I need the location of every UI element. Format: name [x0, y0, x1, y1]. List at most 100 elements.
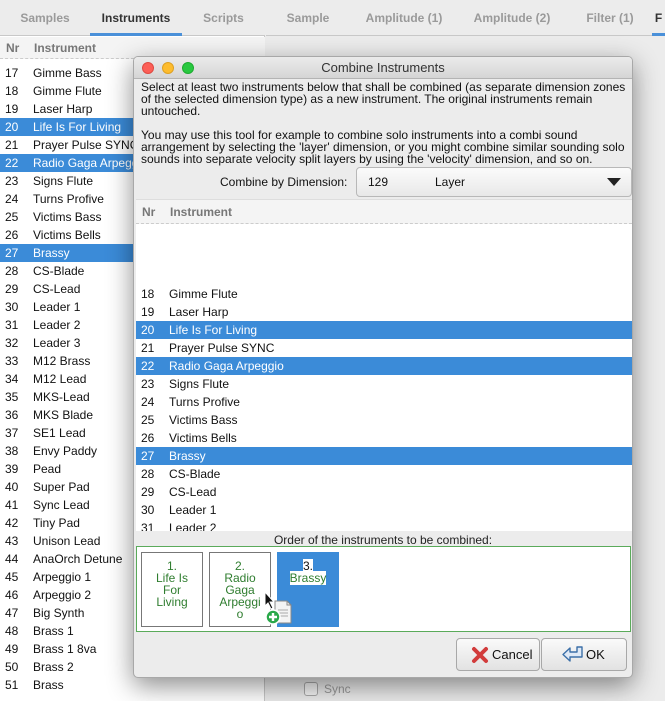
- dialog-instrument-list: Nr Instrument 18 Gimme Flute 19 Laser Harp 2…: [136, 199, 632, 531]
- column-header-instrument[interactable]: Instrument: [170, 205, 232, 219]
- instrument-number: 26: [5, 228, 19, 242]
- instrument-number: 51: [5, 678, 19, 692]
- list-item[interactable]: 21 Prayer Pulse SYNC: [136, 339, 632, 357]
- instrument-number: 17: [5, 66, 19, 80]
- instrument-name: Brass: [33, 678, 64, 692]
- tab-f[interactable]: F: [652, 0, 665, 36]
- instrument-number: 43: [5, 534, 19, 548]
- instrument-number: 21: [5, 138, 19, 152]
- list-item[interactable]: 23 Signs Flute: [136, 375, 632, 393]
- close-window-button[interactable]: [142, 62, 154, 74]
- left-tab-bar: Samples Instruments Scripts: [0, 0, 265, 36]
- instrument-name: Unison Lead: [33, 534, 101, 548]
- dialog-description: Select at least two instruments below th…: [141, 81, 627, 177]
- tab-amplitude-1[interactable]: Amplitude (1): [352, 0, 456, 36]
- list-item[interactable]: 27 Brassy: [136, 447, 632, 465]
- instrument-name: Envy Paddy: [33, 444, 98, 458]
- instrument-number: 35: [5, 390, 19, 404]
- list-item[interactable]: 20 Life Is For Living: [136, 321, 632, 339]
- instrument-number: 45: [5, 570, 19, 584]
- instrument-number: 47: [5, 606, 19, 620]
- instrument-number: 27: [141, 449, 155, 463]
- cancel-button[interactable]: Cancel: [456, 638, 540, 671]
- order-card-text: o: [236, 607, 244, 621]
- instrument-name: Arpeggio 2: [33, 588, 92, 602]
- instrument-number: 26: [141, 431, 155, 445]
- instrument-number: 27: [5, 246, 19, 260]
- column-header-nr[interactable]: Nr: [6, 41, 19, 55]
- list-item[interactable]: 28 CS-Blade: [136, 465, 632, 483]
- ok-arrow-icon: [562, 646, 583, 662]
- tab-sample[interactable]: Sample: [274, 0, 342, 36]
- instrument-number: 31: [5, 318, 19, 332]
- combine-by-dimension-label: Combine by Dimension:: [220, 175, 348, 189]
- cancel-label: Cancel: [492, 647, 533, 662]
- instrument-name: Brass 2: [33, 660, 74, 674]
- list-item[interactable]: 26 Victims Bells: [136, 429, 632, 447]
- tab-filter-1[interactable]: Filter (1): [572, 0, 648, 36]
- list-item[interactable]: 19 Laser Harp: [136, 303, 632, 321]
- order-label: Order of the instruments to be combined:: [273, 533, 493, 547]
- instrument-number: 41: [5, 498, 19, 512]
- list-item[interactable]: 51 Brass: [0, 676, 265, 694]
- instrument-name: Arpeggio 1: [33, 570, 92, 584]
- instrument-number: 50: [5, 660, 19, 674]
- instrument-number: 34: [5, 372, 19, 386]
- instrument-name: Tiny Pad: [33, 516, 80, 530]
- instrument-name: Gimme Bass: [33, 66, 102, 80]
- description-paragraph-2: You may use this tool for example to com…: [141, 128, 625, 166]
- minimize-window-button[interactable]: [162, 62, 174, 74]
- list-item[interactable]: 24 Turns Profive: [136, 393, 632, 411]
- instrument-number: 23: [5, 174, 19, 188]
- instrument-name: Victims Bells: [33, 228, 101, 242]
- instrument-name: Sync Lead: [33, 498, 90, 512]
- tab-instruments[interactable]: Instruments: [90, 0, 182, 36]
- instrument-number: 28: [141, 467, 155, 481]
- instrument-name: Brass 1: [33, 624, 74, 638]
- instrument-name: M12 Lead: [33, 372, 87, 386]
- order-card[interactable]: 1. Life Is For Living: [141, 552, 203, 627]
- instrument-name: Gimme Flute: [33, 84, 102, 98]
- instrument-name: CS-Lead: [33, 282, 81, 296]
- list-item[interactable]: 25 Victims Bass: [136, 411, 632, 429]
- instrument-name: Prayer Pulse SYNC: [169, 341, 275, 355]
- order-box: 1. Life Is For Living 2. Radio Gaga Arpeggi o 3. B…: [136, 546, 631, 632]
- sync-label: Sync: [324, 682, 351, 696]
- ok-button[interactable]: OK: [541, 638, 627, 671]
- list-item[interactable]: 29 CS-Lead: [136, 483, 632, 501]
- ok-label: OK: [586, 647, 605, 662]
- instrument-name: Leader 1: [169, 503, 217, 517]
- instrument-number: 20: [141, 323, 155, 337]
- column-header-nr[interactable]: Nr: [142, 205, 155, 219]
- dimension-select[interactable]: 129 Layer: [356, 167, 632, 197]
- sync-checkbox[interactable]: [304, 682, 318, 696]
- order-card-text: Living: [156, 595, 188, 609]
- column-header-instrument[interactable]: Instrument: [34, 41, 96, 55]
- cancel-icon: [472, 647, 488, 663]
- list-item[interactable]: 22 Radio Gaga Arpeggio: [136, 357, 632, 375]
- instrument-name: Signs Flute: [169, 377, 230, 391]
- tab-scripts[interactable]: Scripts: [182, 0, 265, 36]
- instrument-number: 22: [5, 156, 19, 170]
- instrument-name: CS-Blade: [169, 467, 221, 481]
- instrument-number: 19: [141, 305, 155, 319]
- dialog-list-header: Nr Instrument: [136, 200, 632, 224]
- instrument-number: 49: [5, 642, 19, 656]
- order-card[interactable]: 2. Radio Gaga Arpeggi o: [209, 552, 271, 627]
- instrument-number: 32: [5, 336, 19, 350]
- instrument-number: 28: [5, 264, 19, 278]
- tab-samples[interactable]: Samples: [0, 0, 90, 36]
- instrument-name: Victims Bells: [169, 431, 237, 445]
- zoom-window-button[interactable]: [182, 62, 194, 74]
- instrument-name: Leader 2: [169, 521, 217, 531]
- list-item[interactable]: 31 Leader 2: [136, 519, 632, 531]
- combine-instruments-dialog: Combine Instruments Select at least two …: [133, 56, 633, 678]
- instrument-name: Super Pad: [33, 480, 90, 494]
- instrument-number: 37: [5, 426, 19, 440]
- list-item[interactable]: 18 Gimme Flute: [136, 285, 632, 303]
- list-item[interactable]: 30 Leader 1: [136, 501, 632, 519]
- instrument-name: Victims Bass: [169, 413, 238, 427]
- tab-amplitude-2[interactable]: Amplitude (2): [462, 0, 562, 36]
- instrument-name: Laser Harp: [169, 305, 229, 319]
- instrument-name: M12 Brass: [33, 354, 91, 368]
